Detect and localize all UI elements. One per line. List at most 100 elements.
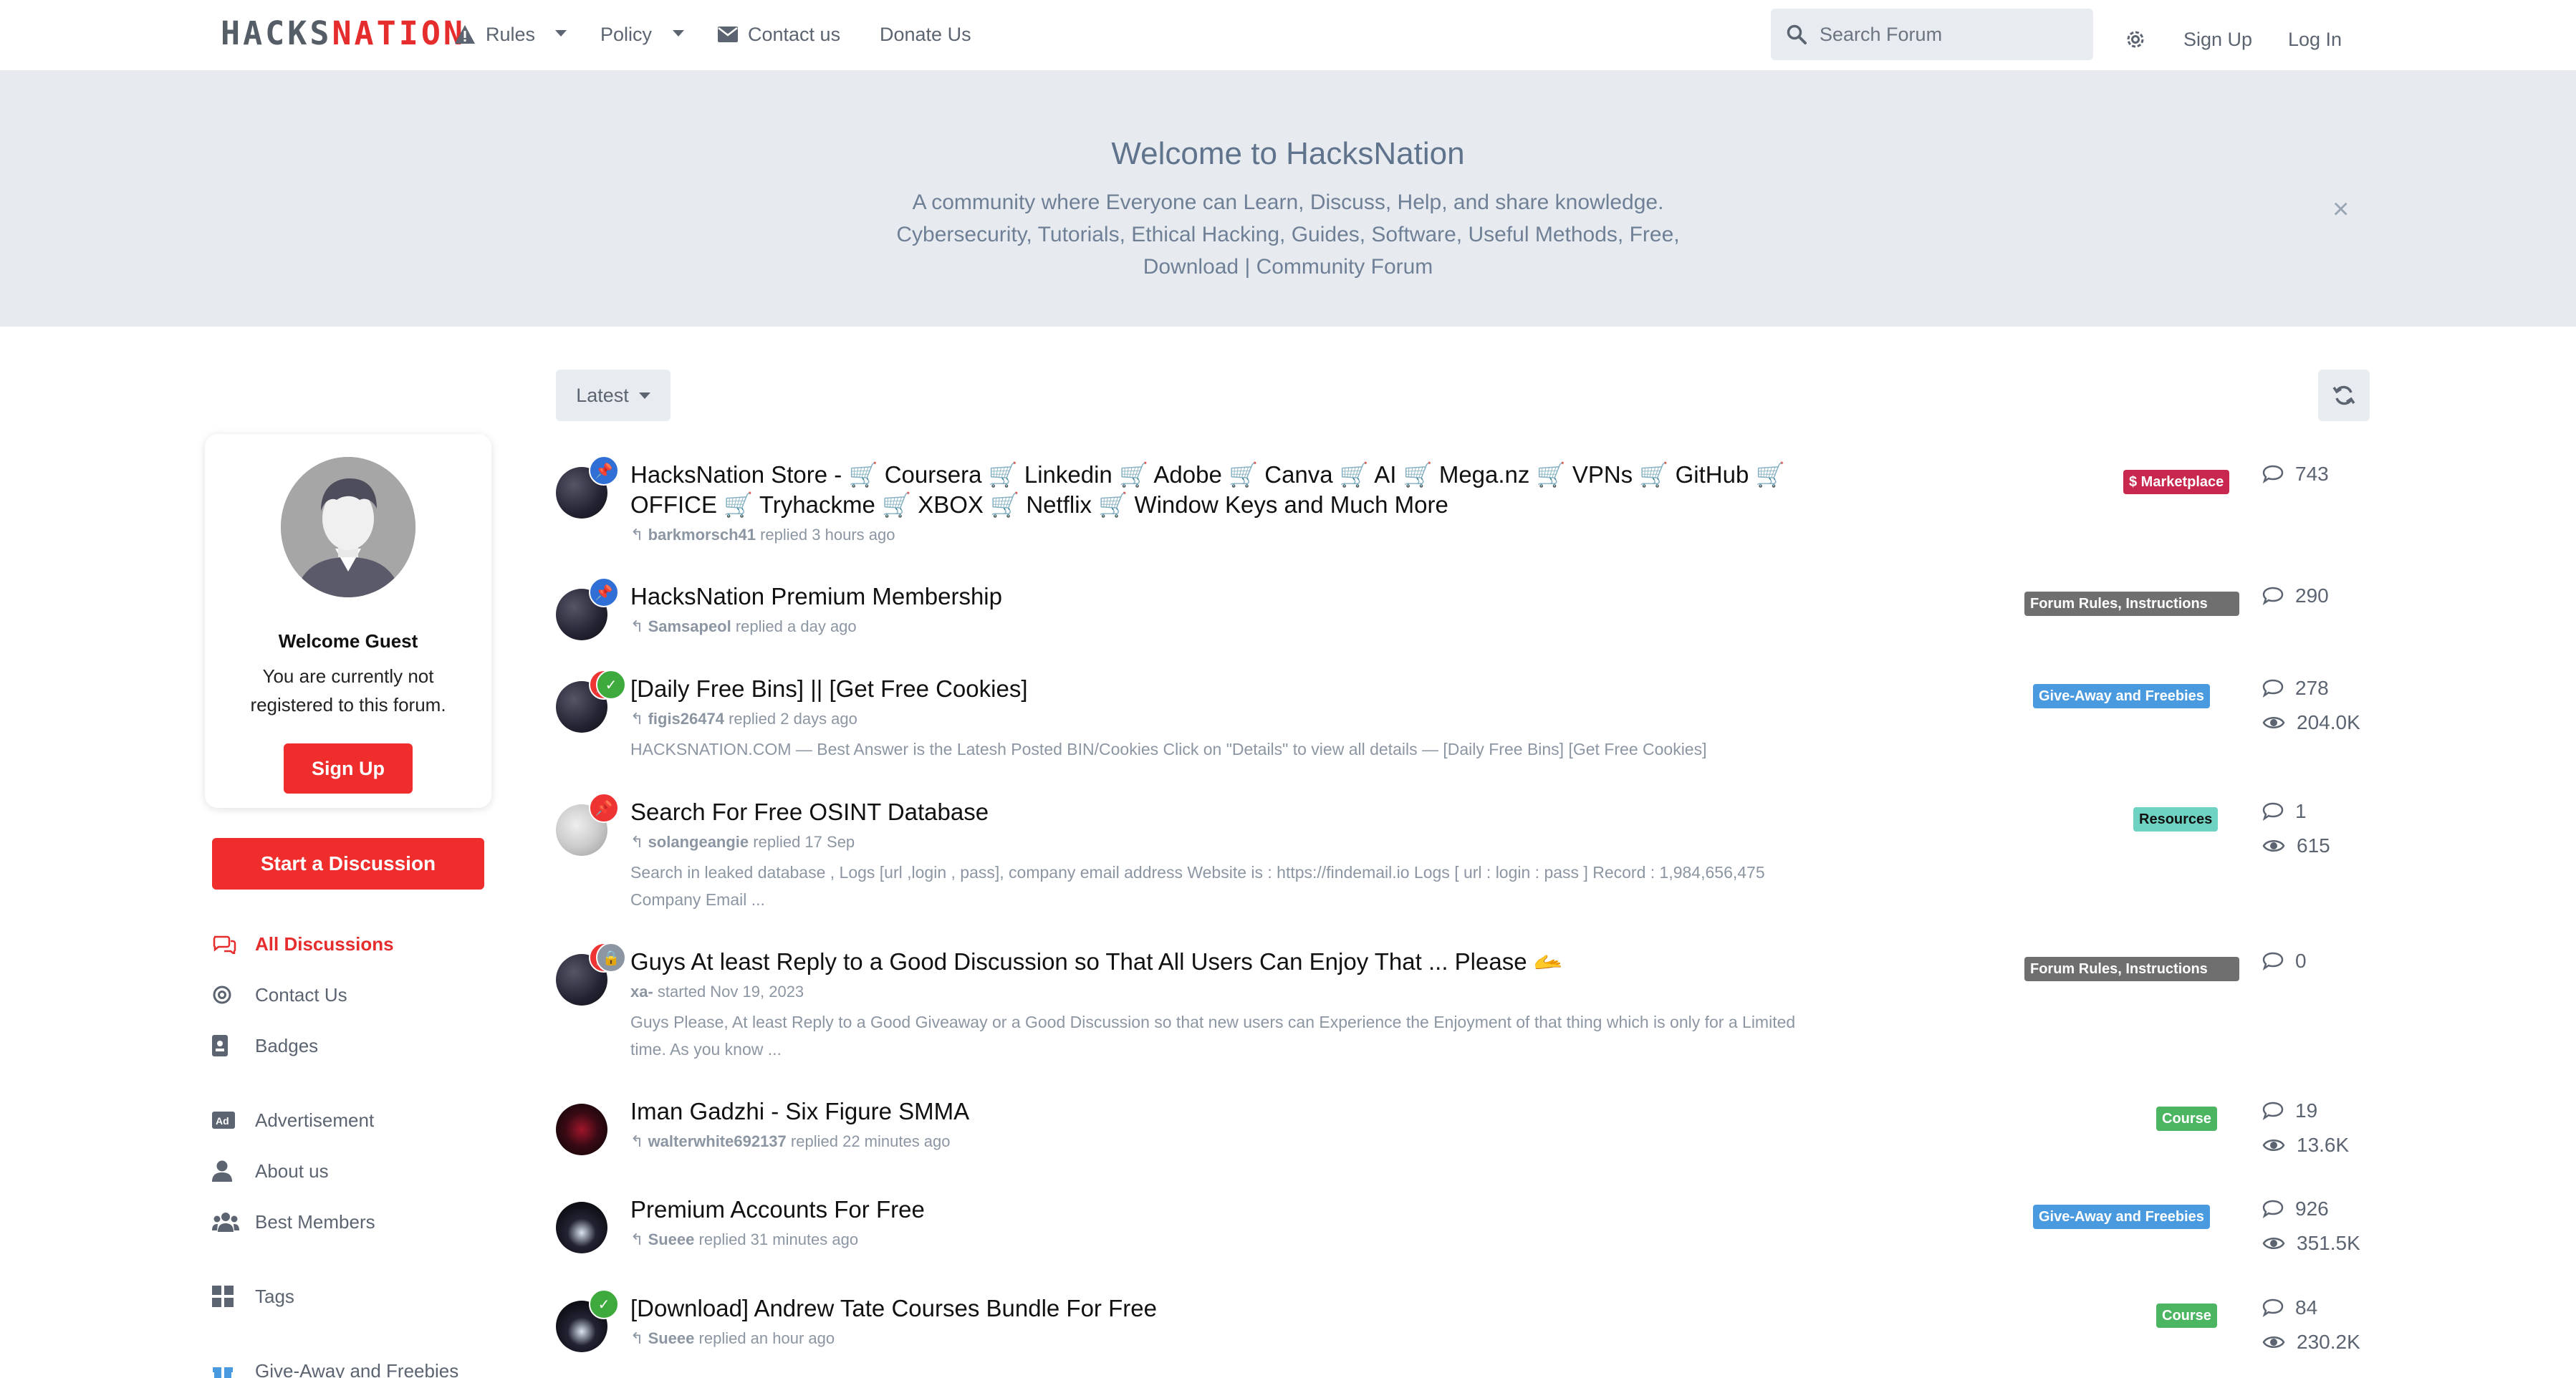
tag-badge[interactable]: Course <box>2156 1304 2217 1328</box>
hero-close-icon[interactable]: × <box>2332 195 2349 223</box>
chevron-down-icon <box>638 392 650 399</box>
solved-check-icon: ✓ <box>589 1289 619 1319</box>
guest-signup-button[interactable]: Sign Up <box>284 743 413 794</box>
nav-policy-label: Policy <box>600 23 653 45</box>
nav-rules[interactable]: Rules <box>454 20 535 49</box>
author-name[interactable]: Sueee <box>648 1329 695 1347</box>
replies-value: 290 <box>2295 584 2329 607</box>
sidebar-item-best-members[interactable]: Best Members <box>212 1208 375 1236</box>
discussion-title[interactable]: Guys At least Reply to a Good Discussion… <box>630 947 1877 977</box>
comment-icon <box>2262 1298 2284 1318</box>
guest-avatar <box>281 457 415 597</box>
reply-icon: ↰ <box>630 1329 644 1347</box>
views-value: 615 <box>2297 834 2330 857</box>
warning-icon <box>455 25 475 44</box>
discussion-row[interactable]: 📌 HacksNation Store - 🛒 Coursera 🛒 Linke… <box>556 456 2375 553</box>
id-badge-icon <box>212 1035 255 1056</box>
settings-gear-icon[interactable] <box>2125 29 2146 54</box>
comments-icon <box>212 934 255 954</box>
logo-text-nation: NATION <box>332 14 466 52</box>
rules-caret-icon[interactable] <box>555 30 567 37</box>
comment-icon <box>2262 465 2284 484</box>
author-name[interactable]: Sueee <box>648 1230 695 1248</box>
author-name[interactable]: figis26474 <box>648 710 724 728</box>
nav-donate[interactable]: Donate Us <box>880 20 971 49</box>
activity-text: replied an hour ago <box>698 1329 835 1347</box>
tag-badge[interactable]: Forum Rules, Instructions <box>2024 592 2239 616</box>
author-name[interactable]: Samsapeol <box>648 617 731 635</box>
site-logo[interactable]: HACKSNATION <box>221 16 466 52</box>
tag-badge[interactable]: Give-Away and Freebies <box>2033 1205 2210 1229</box>
author-name[interactable]: solangeangie <box>648 833 749 851</box>
author-avatar[interactable] <box>556 1104 607 1155</box>
comment-icon <box>2262 587 2284 606</box>
reply-icon: ↰ <box>630 526 644 544</box>
tag-badge[interactable]: Resources <box>2133 807 2219 832</box>
hero-title: Welcome to HacksNation <box>1111 136 1465 171</box>
discussion-title[interactable]: Iman Gadzhi - Six Figure SMMA <box>630 1097 1877 1127</box>
replies-count: 743 <box>2262 460 2329 488</box>
views-value: 13.6K <box>2297 1134 2350 1156</box>
tag-badge[interactable]: Give-Away and Freebies <box>2033 684 2210 708</box>
comment-icon <box>2262 802 2284 822</box>
welcome-hero: Welcome to HacksNation A community where… <box>0 72 2576 327</box>
nav-contact[interactable]: Contact us <box>718 20 840 49</box>
discussion-row[interactable]: ✓ [Download] Andrew Tate Courses Bundle … <box>556 1289 2375 1365</box>
sidebar-item-all-discussions[interactable]: All Discussions <box>212 930 394 958</box>
nav-policy[interactable]: Policy <box>600 20 652 49</box>
discussion-row[interactable]: Premium Accounts For Free ↰ Sueee replie… <box>556 1195 2375 1266</box>
at-icon <box>212 985 255 1005</box>
sort-dropdown[interactable]: Latest <box>556 370 671 421</box>
discussion-meta: ↰ Sueee replied 31 minutes ago <box>630 1230 858 1249</box>
reply-icon: ↰ <box>630 1132 644 1150</box>
views-count: 615 <box>2262 832 2330 860</box>
sidebar-item-tags[interactable]: Tags <box>212 1282 294 1311</box>
sidebar-item-giveaway[interactable]: Give-Away and Freebies <box>212 1357 458 1378</box>
policy-caret-icon[interactable] <box>673 30 684 37</box>
discussion-row[interactable]: Iman Gadzhi - Six Figure SMMA ↰ walterwh… <box>556 1097 2375 1168</box>
discussion-row[interactable]: 📌 ✓ [Daily Free Bins] || [Get Free Cooki… <box>556 670 2375 767</box>
discussion-row[interactable]: 📌 HacksNation Premium Membership ↰ Samsa… <box>556 577 2375 646</box>
discussion-title[interactable]: Search For Free OSINT Database <box>630 797 1877 827</box>
search-input[interactable]: Search Forum <box>1771 9 2093 60</box>
activity-text: replied 2 days ago <box>729 710 857 728</box>
sidebar-item-label: About us <box>255 1160 329 1182</box>
author-name[interactable]: barkmorsch41 <box>648 526 756 544</box>
sidebar-item-advertisement[interactable]: Ad Advertisement <box>212 1106 374 1134</box>
tag-badge[interactable]: Forum Rules, Instructions <box>2024 957 2239 981</box>
discussion-meta: ↰ barkmorsch41 replied 3 hours ago <box>630 526 895 544</box>
header-login-link[interactable]: Log In <box>2288 29 2342 51</box>
discussion-title[interactable]: HacksNation Premium Membership <box>630 582 1877 612</box>
pin-badge-icon: 📌 <box>589 456 619 486</box>
views-count: 13.6K <box>2262 1131 2349 1160</box>
lock-icon: 🔒 <box>596 943 626 973</box>
discussion-meta: ↰ walterwhite692137 replied 22 minutes a… <box>630 1132 951 1151</box>
eye-icon <box>2262 1336 2285 1348</box>
sidebar-item-badges[interactable]: Badges <box>212 1031 318 1060</box>
sidebar-item-label: All Discussions <box>255 933 394 955</box>
guest-title: Welcome Guest <box>278 630 418 652</box>
refresh-button[interactable] <box>2318 370 2370 421</box>
tag-badge[interactable]: $ Marketplace <box>2123 470 2230 494</box>
replies-count: 19 <box>2262 1097 2317 1125</box>
tag-badge[interactable]: Course <box>2156 1107 2217 1131</box>
replies-count: 278 <box>2262 674 2329 703</box>
reply-icon: ↰ <box>630 710 644 728</box>
sidebar-item-about-us[interactable]: About us <box>212 1157 329 1185</box>
sidebar-item-contact-us[interactable]: Contact Us <box>212 980 347 1009</box>
grid-icon <box>212 1286 255 1307</box>
discussion-row[interactable]: 📌 Search For Free OSINT Database ↰ solan… <box>556 793 2375 919</box>
eye-icon <box>2262 1238 2285 1249</box>
discussion-row[interactable]: 📌 🔒 Guys At least Reply to a Good Discus… <box>556 943 2375 1069</box>
author-name[interactable]: xa- <box>630 983 653 1001</box>
ad-icon: Ad <box>212 1112 255 1129</box>
discussion-title[interactable]: [Download] Andrew Tate Courses Bundle Fo… <box>630 1293 1877 1324</box>
header-signup-link[interactable]: Sign Up <box>2183 29 2252 51</box>
discussion-title[interactable]: [Daily Free Bins] || [Get Free Cookies] <box>630 674 1877 704</box>
author-avatar[interactable] <box>556 1202 607 1253</box>
nav-contact-label: Contact us <box>748 23 841 45</box>
start-discussion-button[interactable]: Start a Discussion <box>212 838 484 890</box>
discussion-title[interactable]: Premium Accounts For Free <box>630 1195 1877 1225</box>
author-name[interactable]: walterwhite692137 <box>648 1132 787 1150</box>
discussion-title[interactable]: HacksNation Store - 🛒 Coursera 🛒 Linkedi… <box>630 460 1877 520</box>
